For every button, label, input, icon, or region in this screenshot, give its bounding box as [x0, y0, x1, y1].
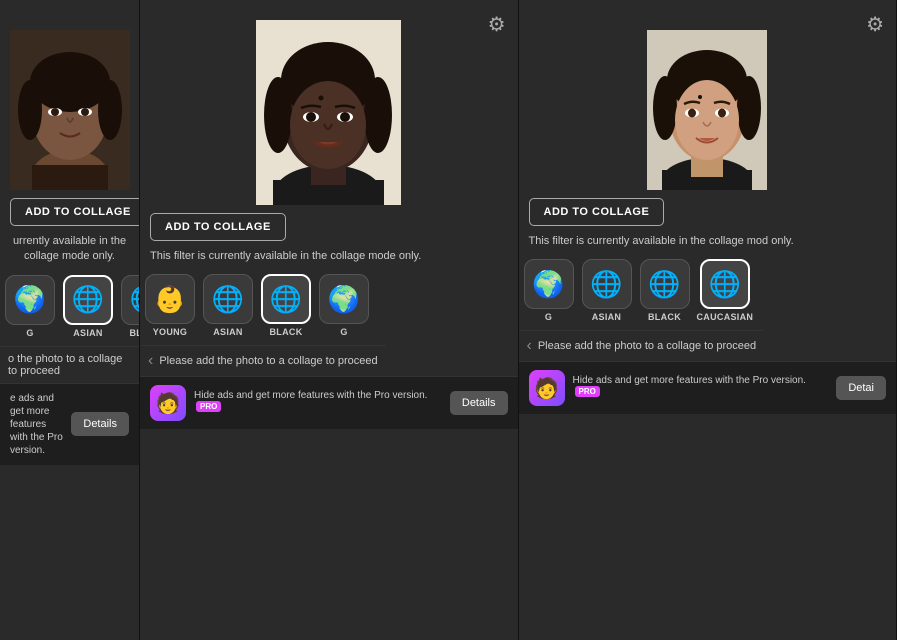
proceed-row-2: ‹ Please add the photo to a collage to p… — [140, 345, 386, 376]
gear-icon-container-2: ⚙ — [488, 12, 506, 37]
gear-icon-3[interactable]: ⚙ — [866, 14, 884, 36]
filter-text-2: This filter is currently available in th… — [140, 249, 431, 274]
face-image-3 — [647, 30, 767, 190]
details-btn-1[interactable]: Details — [71, 412, 129, 436]
details-btn-2[interactable]: Details — [450, 391, 508, 415]
bottom-bar-3: 🧑 Hide ads and get more features with th… — [519, 361, 897, 414]
phone-panel-1: ADD TO COLLAGE urrently available in the… — [0, 0, 140, 640]
hide-ads-text-1: e ads and get more features with the Pro… — [10, 392, 63, 457]
bottom-bar-2: 🧑 Hide ads and get more features with th… — [140, 376, 518, 429]
filter-item-g-2[interactable]: 🌍 G — [318, 274, 370, 337]
filter-row-2: 👶 YOUNG 🌐 ASIAN 🌐 BLACK 🌍 G — [140, 274, 518, 345]
add-to-collage-btn-2[interactable]: ADD TO COLLAGE — [150, 213, 286, 241]
panel-2-content: ADD TO COLLAGE This filter is currently … — [140, 213, 518, 640]
filter-item-young-2[interactable]: 👶 YOUNG — [144, 274, 196, 337]
filter-item-asian-2[interactable]: 🌐 ASIAN — [202, 274, 254, 337]
filter-item-caucasian-3[interactable]: 🌐 CAUCASIAN — [697, 259, 754, 322]
chevron-left-icon-3[interactable]: ‹ — [527, 337, 532, 355]
add-to-collage-btn-1[interactable]: ADD TO COLLAGE — [10, 198, 139, 226]
filter-item-black-3[interactable]: 🌐 BLACK — [639, 259, 691, 322]
face-image-1 — [10, 30, 130, 190]
gear-icon-2[interactable]: ⚙ — [488, 14, 506, 36]
add-to-collage-btn-3[interactable]: ADD TO COLLAGE — [529, 198, 665, 226]
hide-ads-text-3: Hide ads and get more features with the … — [573, 374, 829, 402]
filter-item-black-2[interactable]: 🌐 BLACK — [260, 274, 312, 337]
bottom-bar-1: e ads and get more features with the Pro… — [0, 383, 139, 465]
pro-badge-2: PRO — [196, 401, 221, 412]
proceed-text-1: o the photo to a collage to proceed — [8, 353, 131, 377]
phone-panel-2: ⚙ — [140, 0, 519, 640]
filter-item-asian-1[interactable]: 🌐 ASIAN — [62, 275, 114, 338]
chevron-left-icon-2[interactable]: ‹ — [148, 352, 153, 370]
gear-icon-container-3: ⚙ — [866, 12, 884, 37]
proceed-text-2: Please add the photo to a collage to pro… — [159, 355, 377, 367]
phone-panel-3: ⚙ — [519, 0, 897, 640]
panel-1-content: ADD TO COLLAGE urrently available in the… — [0, 198, 139, 640]
filter-item-g-3[interactable]: 🌍 G — [523, 259, 575, 322]
filter-item-asian-3[interactable]: 🌐 ASIAN — [581, 259, 633, 322]
app-icon-3: 🧑 — [529, 370, 565, 406]
pro-badge-3: PRO — [575, 386, 600, 397]
filter-row-1: 🌍 G 🌐 ASIAN 🌐 BLACK 👶 D — [0, 275, 139, 346]
app-icon-2: 🧑 — [150, 385, 186, 421]
filter-row-3: 🌍 G 🌐 ASIAN 🌐 BLACK 🌐 CAUCASIAN — [519, 259, 897, 330]
panel-3-content: ADD TO COLLAGE This filter is currently … — [519, 198, 897, 640]
filter-item-black-1[interactable]: 🌐 BLACK — [120, 275, 139, 338]
proceed-row-3: ‹ Please add the photo to a collage to p… — [519, 330, 765, 361]
hide-ads-text-2: Hide ads and get more features with the … — [194, 389, 442, 417]
proceed-row-1: o the photo to a collage to proceed — [0, 346, 139, 383]
proceed-text-3: Please add the photo to a collage to pro… — [538, 340, 756, 352]
filter-text-3: This filter is currently available in th… — [519, 234, 804, 259]
filter-text-1: urrently available in the collage mode o… — [0, 234, 139, 275]
filter-item-g-1[interactable]: 🌍 G — [4, 275, 56, 338]
face-image-2 — [256, 20, 401, 205]
details-btn-3[interactable]: Detai — [836, 376, 886, 400]
